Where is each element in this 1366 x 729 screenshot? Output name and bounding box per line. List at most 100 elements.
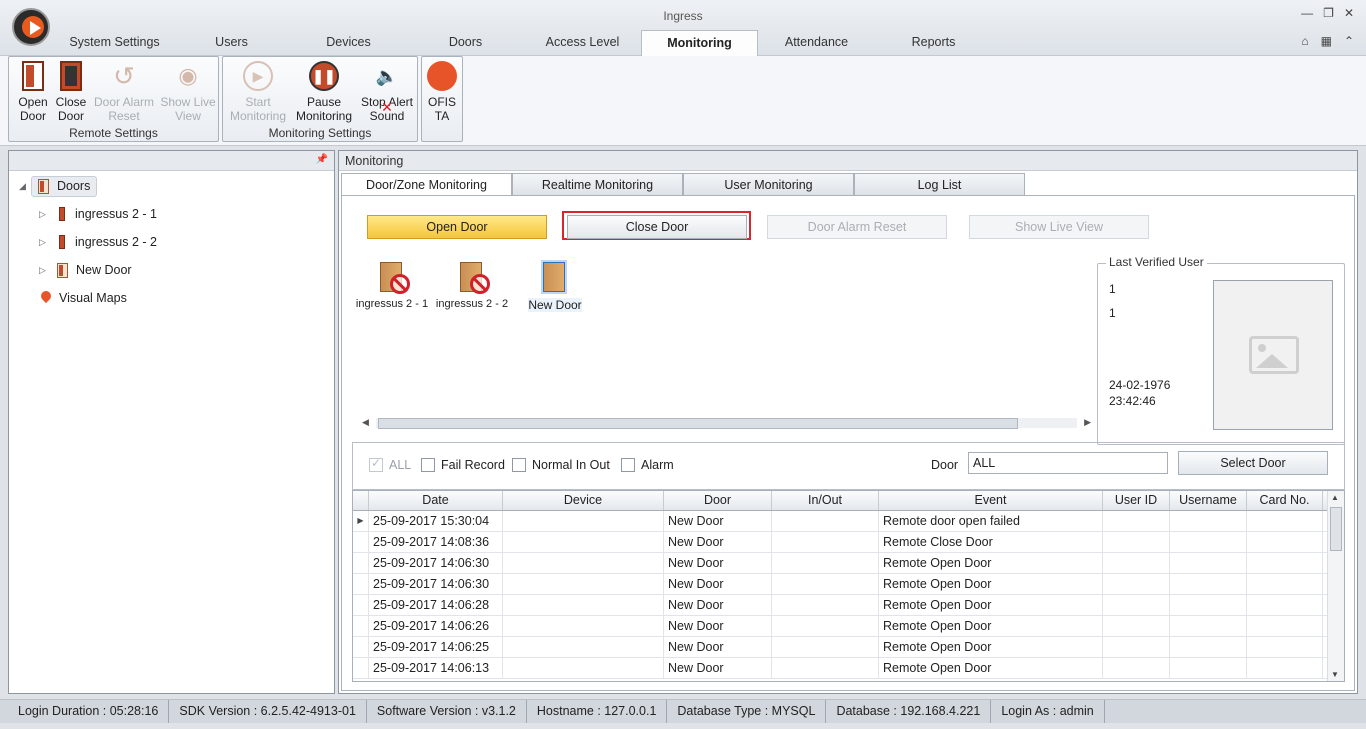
last-verified-legend: Last Verified User [1106, 255, 1207, 269]
last-verified-time: 23:42:46 [1109, 394, 1156, 408]
tree-item-visual-maps[interactable]: Visual Maps [41, 287, 127, 309]
column-header-user-id[interactable]: User ID [1103, 491, 1170, 510]
column-header-username[interactable]: Username [1170, 491, 1247, 510]
door-card-1[interactable]: ingressus 2 - 1 [352, 262, 432, 310]
tab-log-list[interactable]: Log List [854, 173, 1025, 196]
layout-icon[interactable]: ▦ [1321, 34, 1332, 48]
table-row[interactable]: 25-09-2017 14:06:26 New Door Remote Open D… [353, 616, 1344, 637]
tab-users[interactable]: Users [173, 30, 290, 54]
scroll-thumb[interactable] [378, 418, 1018, 429]
column-header-date[interactable]: Date [369, 491, 503, 510]
column-header-in-out[interactable]: In/Out [772, 491, 879, 510]
door-card-label: New Door [528, 298, 582, 312]
door-filter-input[interactable]: ALL [968, 452, 1168, 474]
current-row-arrow-icon[interactable]: ▶ [353, 511, 369, 531]
row-selector[interactable] [353, 658, 369, 678]
close-icon[interactable]: ✕ [1344, 6, 1354, 20]
row-selector[interactable] [353, 616, 369, 636]
camera-icon: ◉ [178, 63, 198, 88]
door-area-hscrollbar[interactable]: ◀ ▶ [360, 415, 1093, 431]
ribbon-show-live-view-button[interactable]: ◉ Show Live View [159, 59, 217, 123]
column-header-card-no[interactable]: Card No. [1247, 491, 1323, 510]
door-card-3[interactable]: New Door [515, 262, 595, 312]
cell-device [503, 595, 664, 615]
column-header-door[interactable]: Door [664, 491, 772, 510]
door-alarm-reset-button[interactable]: Door Alarm Reset [767, 215, 947, 239]
ribbon-start-monitoring-button[interactable]: ▶ Start Monitoring [225, 59, 291, 123]
pause-icon: ❚❚ [309, 61, 339, 91]
scroll-down-icon[interactable]: ▼ [1331, 670, 1339, 679]
pin-icon[interactable]: 📌 [316, 154, 328, 165]
tab-attendance[interactable]: Attendance [758, 30, 875, 54]
cell-door: New Door [664, 637, 772, 657]
checkbox-box [621, 458, 635, 472]
row-selector[interactable] [353, 637, 369, 657]
filter-alarm-checkbox[interactable]: Alarm [621, 458, 674, 472]
scroll-up-icon[interactable]: ▲ [1331, 493, 1339, 502]
tab-access-level[interactable]: Access Level [524, 30, 641, 54]
tree-item-door-2[interactable]: ▷ ingressus 2 - 2 [39, 231, 157, 253]
table-row[interactable]: 25-09-2017 14:08:36 New Door Remote Close … [353, 532, 1344, 553]
tab-door-zone-monitoring[interactable]: Door/Zone Monitoring [341, 173, 512, 197]
last-verified-date: 24-02-1976 [1109, 378, 1171, 392]
tab-monitoring[interactable]: Monitoring [641, 30, 758, 56]
cell-device [503, 553, 664, 573]
tab-user-monitoring[interactable]: User Monitoring [683, 173, 854, 196]
tree-root-doors[interactable]: ◢ Doors [19, 175, 98, 197]
tab-reports[interactable]: Reports [875, 30, 992, 54]
cell-card-no [1247, 637, 1323, 657]
table-row[interactable]: ▶ 25-09-2017 15:30:04 New Door Remote door … [353, 511, 1344, 532]
row-selector[interactable] [353, 595, 369, 615]
user-photo [1213, 280, 1333, 430]
scroll-left-icon[interactable]: ◀ [362, 417, 369, 428]
tab-system-settings[interactable]: System Settings [56, 30, 173, 54]
grid-vscrollbar[interactable]: ▲ ▼ [1327, 491, 1344, 681]
table-row[interactable]: 25-09-2017 14:06:28 New Door Remote Open D… [353, 595, 1344, 616]
select-door-button[interactable]: Select Door [1178, 451, 1328, 475]
open-door-icon [22, 61, 44, 91]
column-header-device[interactable]: Device [503, 491, 664, 510]
ribbon-ofis-ta-button[interactable]: OFIS TA [422, 59, 462, 123]
tab-doors[interactable]: Doors [407, 30, 524, 54]
cell-door: New Door [664, 553, 772, 573]
filter-normal-in-out-checkbox[interactable]: Normal In Out [512, 458, 610, 472]
cell-date: 25-09-2017 14:06:30 [369, 553, 503, 573]
cell-user-id [1103, 658, 1170, 678]
tree-item-door-3[interactable]: ▷ New Door [39, 259, 132, 281]
cell-username [1170, 616, 1247, 636]
doors-tree-panel: 📌 ◢ Doors ▷ ingressus 2 - 1 ▷ ingressus … [8, 150, 335, 694]
scroll-up-icon[interactable]: ⌃ [1344, 34, 1354, 48]
table-row[interactable]: 25-09-2017 14:06:13 New Door Remote Open D… [353, 658, 1344, 679]
door-card-2[interactable]: ingressus 2 - 2 [432, 262, 512, 310]
row-selector[interactable] [353, 574, 369, 594]
table-row[interactable]: 25-09-2017 14:06:25 New Door Remote Open D… [353, 637, 1344, 658]
cell-date: 25-09-2017 14:06:26 [369, 616, 503, 636]
ribbon-stop-alert-sound-button[interactable]: 🔈✕ Stop Alert Sound [357, 59, 417, 123]
filter-fail-record-checkbox[interactable]: Fail Record [421, 458, 505, 472]
column-header-event[interactable]: Event [879, 491, 1103, 510]
ribbon-pause-monitoring-button[interactable]: ❚❚ Pause Monitoring [291, 59, 357, 123]
tab-devices[interactable]: Devices [290, 30, 407, 54]
grid-scroll-thumb[interactable] [1330, 507, 1342, 551]
row-selector[interactable] [353, 553, 369, 573]
expand-arrow-icon[interactable]: ▷ [39, 265, 51, 276]
restore-icon[interactable]: ❐ [1323, 6, 1334, 20]
collapse-arrow-icon[interactable]: ◢ [19, 181, 31, 192]
table-row[interactable]: 25-09-2017 14:06:30 New Door Remote Open D… [353, 574, 1344, 595]
row-selector[interactable] [353, 532, 369, 552]
show-live-view-button[interactable]: Show Live View [969, 215, 1149, 239]
ribbon-door-alarm-reset-button[interactable]: ↺ Door Alarm Reset [91, 59, 157, 123]
minimize-icon[interactable]: — [1301, 6, 1313, 20]
filter-all-checkbox[interactable]: ALL [369, 456, 411, 472]
ribbon-close-door-button[interactable]: Close Door [49, 59, 93, 123]
scroll-right-icon[interactable]: ▶ [1084, 417, 1091, 428]
expand-arrow-icon[interactable]: ▷ [39, 237, 51, 248]
open-door-button[interactable]: Open Door [367, 215, 547, 239]
home-icon[interactable]: ⌂ [1301, 34, 1308, 48]
cell-date: 25-09-2017 14:08:36 [369, 532, 503, 552]
table-row[interactable]: 25-09-2017 14:06:30 New Door Remote Open D… [353, 553, 1344, 574]
expand-arrow-icon[interactable]: ▷ [39, 209, 51, 220]
close-door-button[interactable]: Close Door [567, 215, 747, 239]
tab-realtime-monitoring[interactable]: Realtime Monitoring [512, 173, 683, 196]
tree-item-door-1[interactable]: ▷ ingressus 2 - 1 [39, 203, 157, 225]
